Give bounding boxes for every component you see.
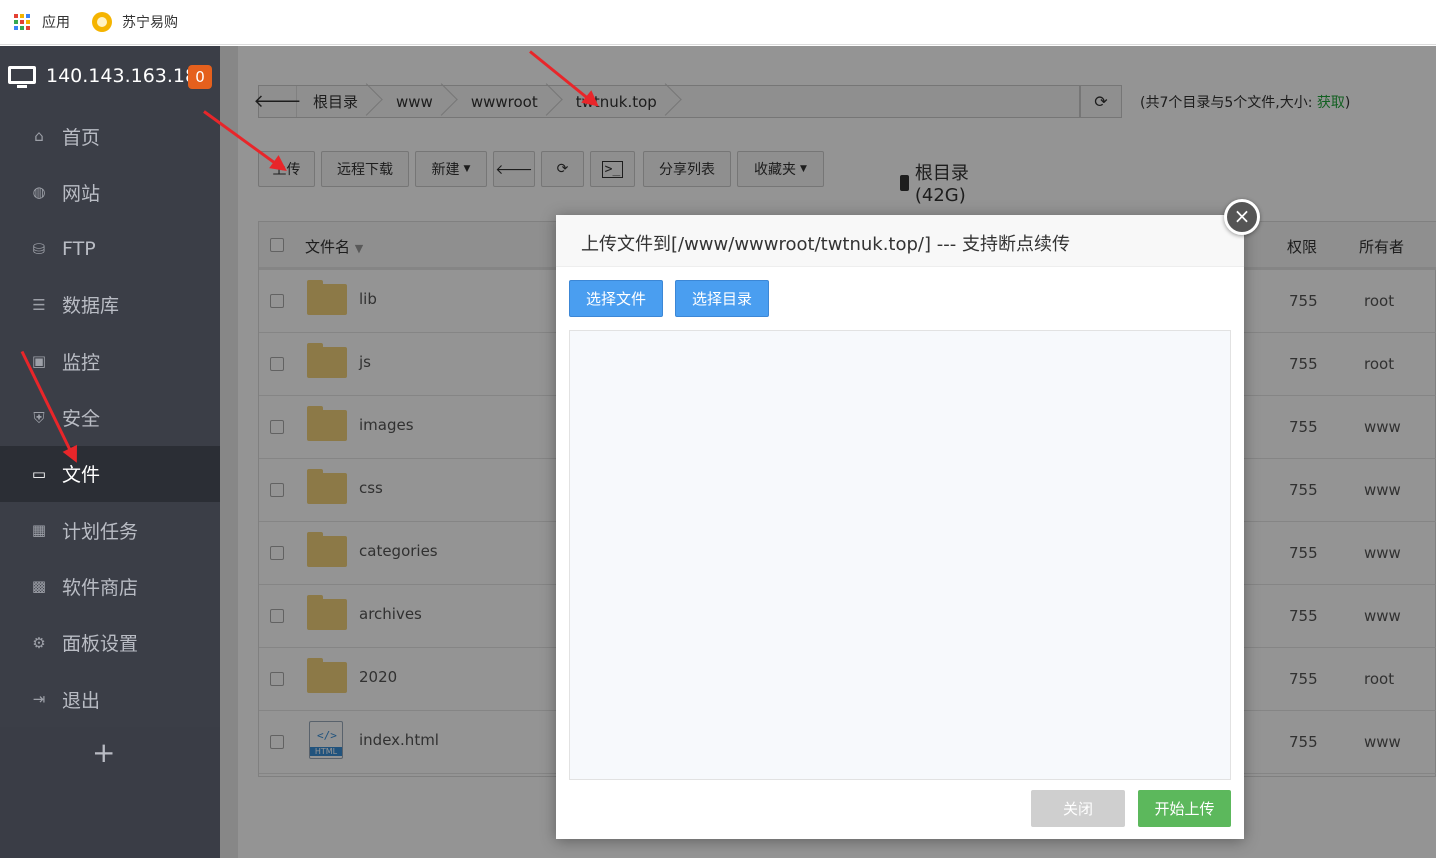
upload-dialog: 上传文件到[/www/wwwroot/twtnuk.top/] --- 支持断点… <box>556 215 1244 839</box>
sidebar-item-5[interactable]: ⛨ 安全 <box>0 390 220 446</box>
database-icon: ☰ <box>32 295 46 314</box>
sidebar-item-label: 面板设置 <box>62 633 139 656</box>
bookmark-apps-label: 应用 <box>42 15 70 31</box>
sidebar-item-label: 数据库 <box>62 295 120 318</box>
bookmark-suning-label: 苏宁易购 <box>122 15 178 31</box>
globe-icon: ◍ <box>32 183 46 202</box>
sidebar-item-7[interactable]: ▦ 计划任务 <box>0 502 220 558</box>
sidebar-item-2[interactable]: ⛁ FTP <box>0 221 220 277</box>
sidebar-item-9[interactable]: ⚙ 面板设置 <box>0 615 220 671</box>
add-shortcut-button[interactable]: + <box>92 736 115 769</box>
server-ip: 140.143.163.183 <box>46 65 210 87</box>
sidebar-item-3[interactable]: ☰ 数据库 <box>0 277 220 333</box>
server-header: 140.143.163.183 0 <box>0 46 220 108</box>
apps-icon: ▩ <box>31 577 47 596</box>
sidebar-item-10[interactable]: ⇥ 退出 <box>0 671 220 727</box>
sidebar-item-label: 安全 <box>62 408 101 430</box>
server-monitor-icon <box>8 66 36 88</box>
close-icon[interactable]: × <box>1224 199 1260 235</box>
upload-dialog-title: 上传文件到[/www/wwwroot/twtnuk.top/] --- 支持断点… <box>581 234 1070 255</box>
sidebar-item-8[interactable]: ▩ 软件商店 <box>0 558 220 614</box>
calendar-icon: ▦ <box>31 521 47 540</box>
gear-icon: ⚙ <box>32 633 46 652</box>
select-directory-button[interactable]: 选择目录 <box>675 280 769 317</box>
dialog-close-button[interactable]: 关闭 <box>1031 790 1125 827</box>
sidebar-item-6[interactable]: ▭ 文件 <box>0 445 220 502</box>
sidebar-item-label: 监控 <box>62 351 101 374</box>
home-icon: ⌂ <box>34 127 44 145</box>
sidebar-item-label: FTP <box>62 237 96 260</box>
sidebar-menu: 140.143.163.183 0 ⌂ 首页 ◍ 网站 ⛁ FTP ☰ 数据库 ▣ 监控 ⛨ 安全 ▭ 文… <box>0 46 220 727</box>
bookmark-suning[interactable]: 苏宁易购 <box>92 12 178 32</box>
sidebar-item-1[interactable]: ◍ 网站 <box>0 164 220 220</box>
upload-dropzone[interactable] <box>569 330 1231 780</box>
notification-badge[interactable]: 0 <box>188 65 212 89</box>
sidebar-item-0[interactable]: ⌂ 首页 <box>0 108 220 164</box>
sidebar-item-label: 退出 <box>62 689 101 712</box>
sidebar-item-label: 网站 <box>62 182 101 205</box>
folder-icon: ▭ <box>31 464 47 483</box>
ftp-icon: ⛁ <box>32 239 46 258</box>
start-upload-button[interactable]: 开始上传 <box>1138 790 1231 827</box>
sidebar-item-label: 软件商店 <box>62 576 139 599</box>
sidebar-item-label: 文件 <box>62 464 101 487</box>
logout-icon: ⇥ <box>32 690 46 708</box>
bookmark-apps[interactable]: 应用 <box>14 12 70 32</box>
sidebar: 140.143.163.183 0 ⌂ 首页 ◍ 网站 ⛁ FTP ☰ 数据库 ▣ 监控 ⛨ 安全 ▭ 文… <box>0 46 220 858</box>
bookmarks-bar: 应用 苏宁易购 <box>0 0 1436 45</box>
sidebar-item-label: 计划任务 <box>62 520 139 543</box>
apps-grid-icon <box>14 14 30 30</box>
upload-dialog-header: 上传文件到[/www/wwwroot/twtnuk.top/] --- 支持断点… <box>556 215 1244 267</box>
shield-icon: ⛨ <box>33 408 45 427</box>
select-files-button[interactable]: 选择文件 <box>569 280 663 317</box>
suning-logo-icon <box>92 12 112 32</box>
sidebar-item-label: 首页 <box>62 126 101 149</box>
sidebar-item-4[interactable]: ▣ 监控 <box>0 333 220 389</box>
monitor-icon: ▣ <box>31 352 47 371</box>
